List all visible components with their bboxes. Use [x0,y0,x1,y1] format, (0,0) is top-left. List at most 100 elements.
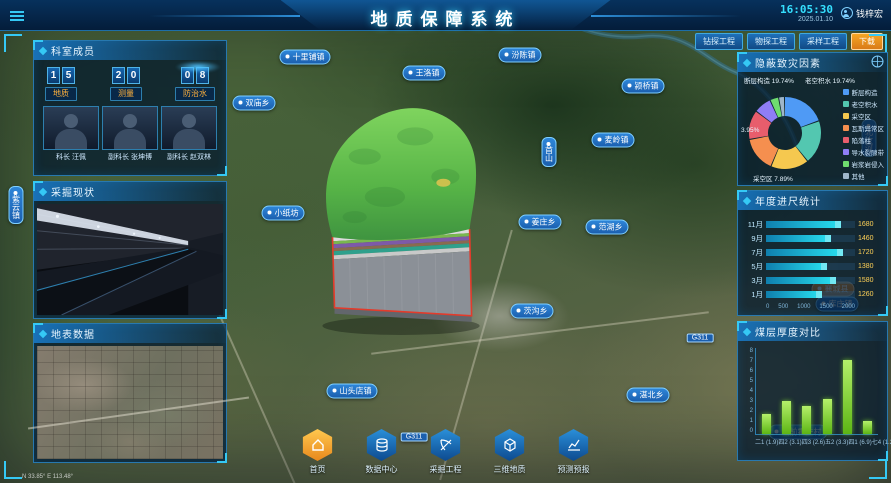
footage-bar[interactable] [766,221,841,228]
compass-icon[interactable] [871,55,884,68]
nav-item-三维地质[interactable]: 三维地质 [486,429,534,475]
geology-3d-model[interactable] [294,86,496,338]
coal-bar-七4[interactable] [863,421,872,434]
map-label[interactable]: G311 [687,334,714,343]
donut-callout: 采空区 7.89% [753,173,793,183]
panel-mining-status: 采掘现状 [33,181,227,319]
aerial-photo[interactable] [37,346,223,459]
nav-item-首页[interactable]: 首页 [294,429,342,475]
map-label[interactable]: 王洛镇 [403,66,446,81]
panel-header: 年度进尺统计 [738,191,887,210]
legend-item[interactable]: 断层构造 [843,87,885,97]
map-label[interactable]: 汾陈镇 [499,48,542,63]
map-label[interactable]: 范湖乡 [586,220,629,235]
mining-icon [429,429,463,461]
map-label[interactable]: 双庙乡 [233,96,276,111]
legend-label: 其他 [852,171,865,181]
surface-anomaly [436,179,450,187]
axis-tick: 8 [743,348,753,354]
member-group-label[interactable]: 防治水 [175,87,215,101]
map-label[interactable]: 姜庄乡 [519,215,562,230]
y-axis: 876543210 [743,348,753,434]
user-menu[interactable]: 钱梓宏 [841,7,883,20]
menu-icon[interactable] [10,9,24,23]
panel-title: 采掘现状 [51,184,95,199]
legend-swatch [843,161,849,167]
home-icon [301,429,335,461]
member-caption: 科长 汪佩 [56,152,86,162]
user-icon [841,7,853,19]
member-photo [43,106,99,150]
footage-value: 1680 [858,221,882,228]
header-info: 16:05:30 2025.01.10 钱梓宏 [780,3,883,23]
member-caption: 副科长 张坤博 [108,152,152,162]
tunnel-photo[interactable] [37,204,223,315]
map-label-text: 紫云镇 [12,195,21,219]
nav-item-预测预报[interactable]: 预测预报 [550,429,598,475]
panel-header: 地表数据 [34,324,226,343]
coal-bar-四3[interactable] [802,406,811,434]
panel-header: 采掘现状 [34,182,226,201]
member-people: 科长 汪佩副科长 张坤博副科长 赵双林 [37,103,223,162]
footage-bar[interactable] [766,249,843,256]
coal-category: 七4 (1.2) [872,437,891,446]
footage-track [766,291,855,298]
map-label[interactable]: 麦岭镇 [592,133,635,148]
member-group: 20测量 [110,67,142,101]
footage-bar[interactable] [766,277,836,284]
legend-item[interactable]: 老空积水 [843,99,885,109]
map-label[interactable]: 颍桥镇 [622,79,665,94]
map-label[interactable]: 十里铺镇 [280,50,331,65]
footage-track [766,221,855,228]
member-photo [102,106,158,150]
footage-track [766,277,855,284]
footage-value: 1580 [858,277,882,284]
map-label[interactable]: 山头店镇 [327,384,378,399]
legend-item[interactable]: 陷落柱 [843,135,885,145]
nav-item-采掘工程[interactable]: 采掘工程 [422,429,470,475]
pin-icon [592,225,596,229]
toolbar-button-采样工程[interactable]: 采样工程 [799,33,847,50]
nav-label: 三维地质 [494,464,526,475]
footage-bar[interactable] [766,291,822,298]
map-label[interactable]: 茨沟乡 [511,304,554,319]
axis-tick: 4 [743,388,753,394]
axis-tick: 500 [778,304,788,310]
map-label-text: 颍桥镇 [635,82,659,91]
map-label[interactable]: 湛北乡 [627,388,670,403]
panel-annual-footage: 年度进尺统计 11月16809月14607月17205月13803月15801月… [737,190,888,316]
toolbar-button-物探工程[interactable]: 物探工程 [747,33,795,50]
coal-bar-二1[interactable] [762,414,771,434]
legend-item[interactable]: 岩浆岩侵入 [843,159,885,169]
footage-bar-cap [835,221,841,228]
legend-item[interactable]: 其他 [843,171,885,181]
footage-bar-cap [821,263,827,270]
map-label[interactable]: 紫云镇 [9,186,24,224]
forecast-icon [557,429,591,461]
legend-label: 导水裂隙带 [852,147,885,157]
legend-item[interactable]: 采空区 [843,111,885,121]
map-label[interactable]: 首山 [542,137,557,167]
footage-bar[interactable] [766,263,827,270]
footage-month: 1月 [743,289,763,300]
nav-label: 数据中心 [366,464,398,475]
legend-item[interactable]: 导水裂隙带 [843,147,885,157]
nav-item-数据中心[interactable]: 数据中心 [358,429,406,475]
member-group-label[interactable]: 地质 [45,87,77,101]
member-group-label[interactable]: 测量 [110,87,142,101]
coal-bar-五2[interactable] [823,399,832,434]
geological-dashboard: 双庙乡十里铺镇王洛镇汾陈镇颍桥镇麦岭镇小纸坊姜庄乡范湖乡茨沟乡山头店镇湛北乡G3… [0,0,891,483]
legend-item[interactable]: 瓦斯异常区 [843,123,885,133]
donut-slice-断层构造[interactable] [785,97,819,127]
coal-bar-四1[interactable] [843,360,852,434]
footage-value: 1460 [858,235,882,242]
footage-bar[interactable] [766,235,831,242]
toolbar-button-钻探工程[interactable]: 钻探工程 [695,33,743,50]
frame-corner [4,34,22,52]
coal-category: 四1 (6.9) [848,437,871,446]
count-digit: 1 [47,67,60,84]
panel-members: 科室成员 15地质20测量08防治水 科长 汪佩副科长 张坤博副科长 赵双林 [33,40,227,176]
panel-title: 科室成员 [51,43,95,58]
coal-bar-四2[interactable] [782,401,791,434]
map-label-text: 湛北乡 [640,391,664,400]
